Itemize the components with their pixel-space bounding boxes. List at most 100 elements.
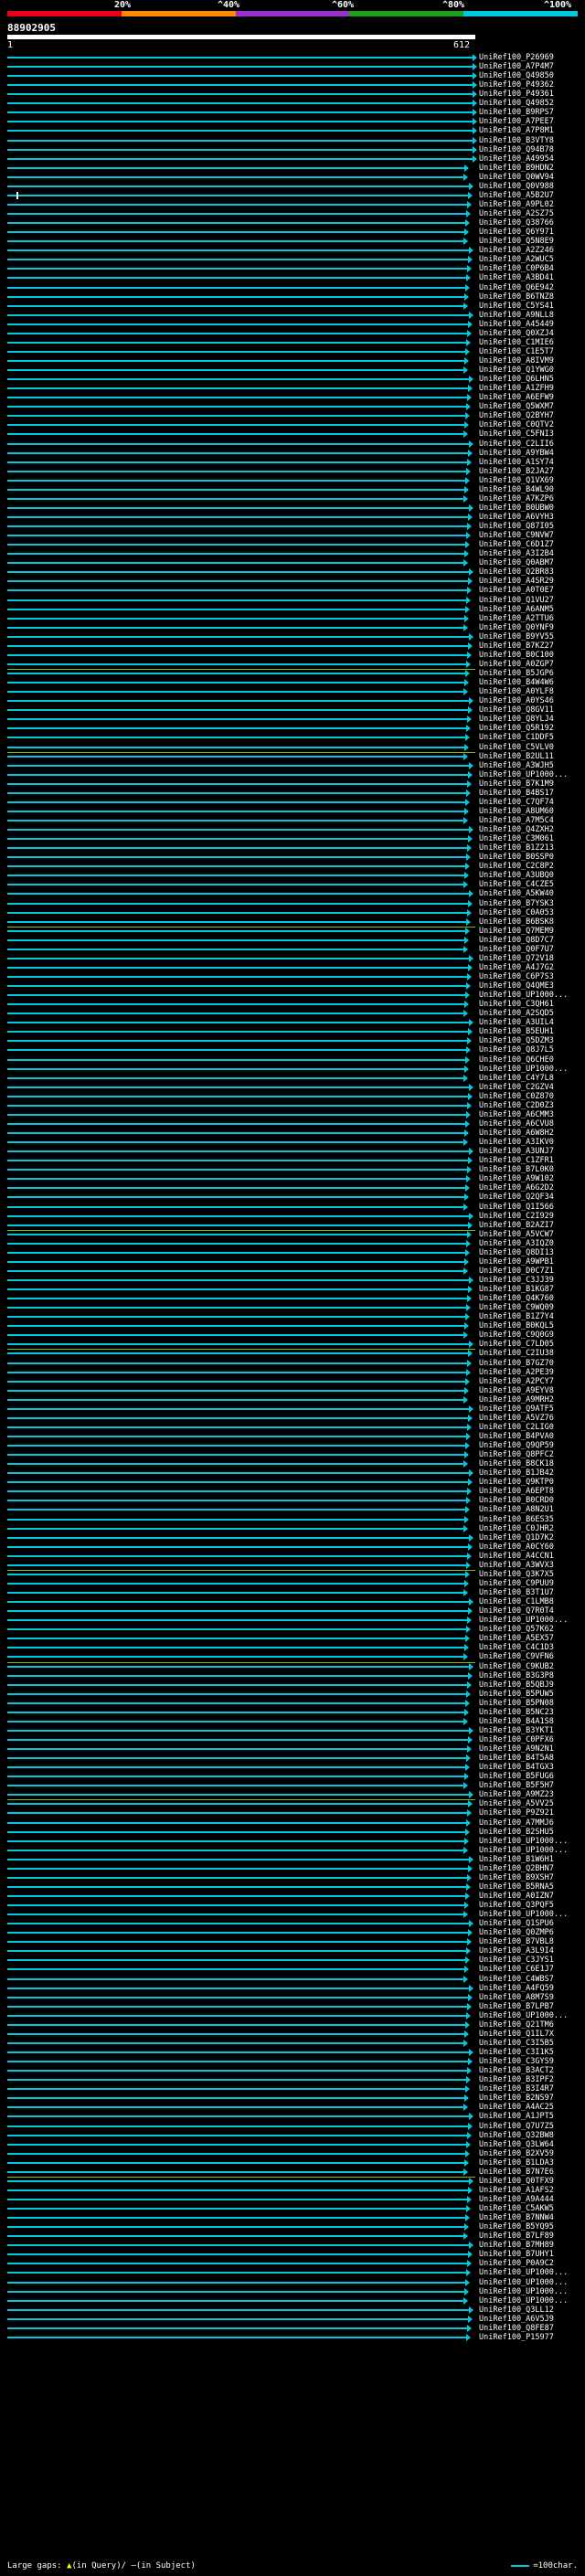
alignment-hit-label[interactable]: UniRef100_Q2QF34 <box>479 1193 583 1202</box>
alignment-hit-label[interactable]: UniRef100_A6CMM3 <box>479 1110 583 1119</box>
alignment-hit-label[interactable]: UniRef100_A9WPB1 <box>479 1257 583 1267</box>
alignment-row[interactable]: UniRef100_A0YS46 <box>0 696 585 705</box>
alignment-hit-label[interactable]: UniRef100_A2TTU6 <box>479 614 583 623</box>
alignment-hit-label[interactable]: UniRef100_C2I929 <box>479 1212 583 1221</box>
alignment-row[interactable]: UniRef100_C1DDF5 <box>0 733 585 742</box>
alignment-row[interactable]: UniRef100_Q0F7U7 <box>0 945 585 954</box>
alignment-row[interactable]: UniRef100_A7PEE7 <box>0 117 585 126</box>
alignment-row[interactable]: UniRef100_A8UM60 <box>0 807 585 816</box>
alignment-row[interactable]: UniRef100_Q8FE87 <box>0 2324 585 2333</box>
alignment-hit-label[interactable]: UniRef100_B5FUG6 <box>479 1772 583 1781</box>
alignment-row[interactable]: UniRef100_C3JYS1 <box>0 1956 585 1965</box>
alignment-row[interactable]: UniRef100_P9Z921 <box>0 1808 585 1818</box>
alignment-hit-label[interactable]: UniRef100_C2GZV4 <box>479 1083 583 1092</box>
alignment-hit-label[interactable]: UniRef100_C0Z870 <box>479 1092 583 1101</box>
alignment-row[interactable]: UniRef100_Q6LHN5 <box>0 375 585 384</box>
alignment-row[interactable]: UniRef100_B4TGX3 <box>0 1763 585 1772</box>
alignment-row[interactable]: UniRef100_B9YV55 <box>0 632 585 641</box>
alignment-row[interactable]: UniRef100_B0KQL5 <box>0 1321 585 1330</box>
alignment-row[interactable]: UniRef100_A9PL02 <box>0 200 585 209</box>
alignment-hit-label[interactable]: UniRef100_UP1000... <box>479 2287 583 2296</box>
alignment-row[interactable]: UniRef100_B6ES35 <box>0 1515 585 1524</box>
alignment-hit-label[interactable]: UniRef100_Q9QP59 <box>479 1441 583 1450</box>
alignment-hit-label[interactable]: UniRef100_Q94B78 <box>479 145 583 154</box>
alignment-hit-label[interactable]: UniRef100_A49954 <box>479 154 583 164</box>
alignment-row[interactable]: UniRef100_UP1000... <box>0 2287 585 2296</box>
alignment-row[interactable]: UniRef100_C1MIE6 <box>0 338 585 347</box>
alignment-hit-label[interactable]: UniRef100_A8N2U1 <box>479 1505 583 1514</box>
alignment-hit-label[interactable]: UniRef100_B7N7E6 <box>479 2168 583 2177</box>
alignment-hit-label[interactable]: UniRef100_A8IVM9 <box>479 356 583 366</box>
alignment-row[interactable]: UniRef100_A1SY74 <box>0 458 585 467</box>
alignment-row[interactable]: UniRef100_UP1000... <box>0 2296 585 2306</box>
alignment-hit-label[interactable]: UniRef100_C0P6B4 <box>479 264 583 273</box>
alignment-row[interactable]: UniRef100_A6ANM5 <box>0 605 585 614</box>
alignment-row[interactable]: UniRef100_Q0V988 <box>0 182 585 191</box>
alignment-hit-label[interactable]: UniRef100_A2PCY7 <box>479 1377 583 1386</box>
alignment-hit-label[interactable]: UniRef100_B9XSH7 <box>479 1873 583 1882</box>
alignment-row[interactable]: UniRef100_B1JB42 <box>0 1468 585 1478</box>
alignment-row[interactable]: UniRef100_A1ZFH9 <box>0 384 585 393</box>
alignment-row[interactable]: UniRef100_A7MMJ6 <box>0 1818 585 1828</box>
alignment-row[interactable]: UniRef100_A0CY60 <box>0 1542 585 1552</box>
alignment-row[interactable]: UniRef100_Q2BYH7 <box>0 411 585 420</box>
alignment-hit-label[interactable]: UniRef100_A6V5J9 <box>479 2315 583 2324</box>
alignment-hit-label[interactable]: UniRef100_B7KZ27 <box>479 641 583 651</box>
alignment-row[interactable]: UniRef100_C5AKW5 <box>0 2204 585 2213</box>
alignment-hit-label[interactable]: UniRef100_C0A053 <box>479 908 583 917</box>
alignment-row[interactable]: UniRef100_A6VYH3 <box>0 513 585 522</box>
alignment-hit-label[interactable]: UniRef100_A4AC25 <box>479 2103 583 2112</box>
alignment-hit-label[interactable]: UniRef100_A1AFS2 <box>479 2186 583 2195</box>
alignment-hit-label[interactable]: UniRef100_B3YKT1 <box>479 1726 583 1735</box>
alignment-hit-label[interactable]: UniRef100_Q8J7L5 <box>479 1045 583 1055</box>
alignment-row[interactable]: UniRef100_B7VBL8 <box>0 1937 585 1946</box>
alignment-row[interactable]: UniRef100_Q5N8E9 <box>0 237 585 246</box>
alignment-row[interactable]: UniRef100_Q1VX69 <box>0 476 585 485</box>
alignment-row[interactable]: UniRef100_C2D0Z3 <box>0 1101 585 1110</box>
alignment-row[interactable]: UniRef100_A6EFW9 <box>0 393 585 402</box>
alignment-hit-label[interactable]: UniRef100_B3IPF2 <box>479 2075 583 2084</box>
alignment-hit-label[interactable]: UniRef100_Q3PQF5 <box>479 1901 583 1910</box>
alignment-hit-label[interactable]: UniRef100_B6ES35 <box>479 1515 583 1524</box>
alignment-hit-label[interactable]: UniRef100_Q6CHE0 <box>479 1055 583 1065</box>
alignment-row[interactable]: UniRef100_C2IU38 <box>0 1349 585 1358</box>
alignment-row[interactable]: UniRef100_Q4ZXH2 <box>0 825 585 834</box>
alignment-row[interactable]: UniRef100_B7KZ27 <box>0 641 585 651</box>
alignment-hit-label[interactable]: UniRef100_B0SSP0 <box>479 853 583 862</box>
alignment-hit-label[interactable]: UniRef100_Q38766 <box>479 218 583 228</box>
alignment-hit-label[interactable]: UniRef100_C2LII6 <box>479 440 583 449</box>
alignment-hit-label[interactable]: UniRef100_A7KZP6 <box>479 494 583 504</box>
alignment-row[interactable]: UniRef100_Q8PFC2 <box>0 1450 585 1459</box>
alignment-hit-label[interactable]: UniRef100_A45449 <box>479 320 583 329</box>
alignment-hit-label[interactable]: UniRef100_A9MRH2 <box>479 1395 583 1405</box>
alignment-row[interactable]: UniRef100_Q6Y971 <box>0 228 585 237</box>
alignment-hit-label[interactable]: UniRef100_UP1000... <box>479 1846 583 1855</box>
alignment-row[interactable]: UniRef100_A9W102 <box>0 1174 585 1183</box>
alignment-row[interactable]: UniRef100_C6E1J7 <box>0 1965 585 1974</box>
alignment-row[interactable]: UniRef100_A5B2U7 <box>0 191 585 200</box>
alignment-row[interactable]: UniRef100_A9A444 <box>0 2195 585 2204</box>
alignment-row[interactable]: UniRef100_Q1SPU6 <box>0 1919 585 1928</box>
alignment-row[interactable]: UniRef100_B5PN08 <box>0 1699 585 1708</box>
alignment-row[interactable]: UniRef100_C6D1Z7 <box>0 540 585 549</box>
alignment-hit-label[interactable]: UniRef100_Q8D7C7 <box>479 936 583 945</box>
alignment-hit-label[interactable]: UniRef100_Q3LL12 <box>479 2306 583 2315</box>
alignment-row[interactable]: UniRef100_Q4K760 <box>0 1294 585 1303</box>
alignment-hit-label[interactable]: UniRef100_A1JPT5 <box>479 2112 583 2121</box>
alignment-row[interactable]: UniRef100_C2GZV4 <box>0 1083 585 1092</box>
alignment-row[interactable]: UniRef100_B1KG87 <box>0 1285 585 1294</box>
alignment-row[interactable]: UniRef100_C9KUB2 <box>0 1662 585 1671</box>
alignment-hit-label[interactable]: UniRef100_UP1000... <box>479 770 583 779</box>
alignment-row[interactable]: UniRef100_A6CMM3 <box>0 1110 585 1119</box>
alignment-hit-label[interactable]: UniRef100_B4TGX3 <box>479 1763 583 1772</box>
alignment-row[interactable]: UniRef100_Q2QF34 <box>0 1193 585 1202</box>
alignment-row[interactable]: UniRef100_B5YQ95 <box>0 2222 585 2231</box>
alignment-hit-label[interactable]: UniRef100_C1DDF5 <box>479 733 583 742</box>
alignment-hit-label[interactable]: UniRef100_A5KW40 <box>479 889 583 898</box>
alignment-hit-label[interactable]: UniRef100_C3I1K5 <box>479 2048 583 2057</box>
alignment-row[interactable]: UniRef100_Q2BR83 <box>0 567 585 577</box>
alignment-row[interactable]: UniRef100_Q2BHN7 <box>0 1864 585 1873</box>
alignment-row[interactable]: UniRef100_Q0XZJ4 <box>0 329 585 338</box>
alignment-row[interactable]: UniRef100_C3I5B5 <box>0 2039 585 2048</box>
alignment-row[interactable]: UniRef100_A1JPT5 <box>0 2112 585 2121</box>
